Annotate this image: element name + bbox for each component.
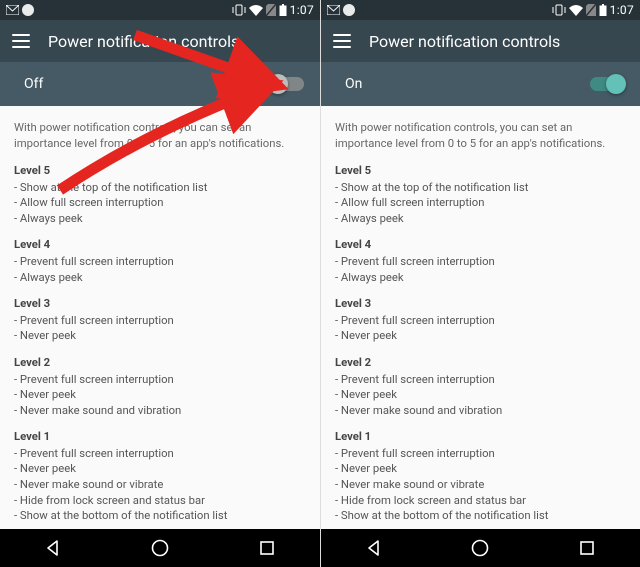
level-block: Level 3- Prevent full screen interruptio…	[335, 296, 626, 344]
screen-right: 1:07 Power notification controls On With…	[320, 0, 640, 567]
power-toggle-switch[interactable]	[590, 77, 624, 91]
level-block: Level 3- Prevent full screen interruptio…	[14, 296, 306, 344]
level-line: - Never make sound or vibrate	[335, 477, 626, 493]
page-title: Power notification controls	[369, 32, 560, 51]
level-line: - Hide from lock screen and status bar	[335, 493, 626, 509]
intro-text: With power notification controls, you ca…	[335, 120, 626, 151]
level-title: Level 4	[14, 237, 306, 253]
nav-recent-button[interactable]	[576, 537, 598, 559]
levels-list: Level 5- Show at the top of the notifica…	[14, 163, 306, 529]
level-line: - Never make sound and vibration	[14, 403, 306, 419]
level-line: - Never peek	[14, 328, 306, 344]
app-bar: Power notification controls	[0, 20, 320, 62]
nav-back-button[interactable]	[363, 537, 385, 559]
status-bar: 1:07	[0, 0, 320, 20]
pinwheel-icon	[343, 4, 355, 16]
intro-text: With power notification controls, you ca…	[14, 120, 306, 151]
level-title: Level 4	[335, 237, 626, 253]
level-line: - Prevent full screen interruption	[14, 254, 306, 270]
level-line: - Prevent full screen interruption	[14, 313, 306, 329]
level-block: Level 4- Prevent full screen interruptio…	[335, 237, 626, 285]
toggle-row: On	[321, 62, 640, 106]
power-toggle-switch[interactable]	[270, 77, 304, 91]
level-block: Level 5- Show at the top of the notifica…	[335, 163, 626, 226]
level-title: Level 5	[335, 163, 626, 179]
level-title: Level 1	[335, 429, 626, 445]
level-line: - Always peek	[14, 211, 306, 227]
level-line: - Always peek	[14, 270, 306, 286]
level-line: - Never peek	[14, 461, 306, 477]
content-body: With power notification controls, you ca…	[0, 106, 320, 529]
nav-recent-button[interactable]	[256, 537, 278, 559]
level-line: - Never peek	[335, 461, 626, 477]
level-line: - Show at the top of the notification li…	[14, 180, 306, 196]
level-line: - Allow full screen interruption	[335, 195, 626, 211]
nav-home-button[interactable]	[149, 537, 171, 559]
nav-back-button[interactable]	[42, 537, 64, 559]
battery-icon	[279, 4, 287, 16]
wifi-icon	[249, 5, 263, 16]
toggle-row: Off	[0, 62, 320, 106]
level-line: - Never peek	[335, 387, 626, 403]
toggle-label: On	[345, 76, 362, 92]
vibrate-icon	[552, 4, 566, 16]
level-block: Level 1- Prevent full screen interruptio…	[335, 429, 626, 523]
levels-list: Level 5- Show at the top of the notifica…	[335, 163, 626, 529]
battery-icon	[599, 4, 607, 16]
level-line: - Prevent full screen interruption	[14, 372, 306, 388]
nav-home-button[interactable]	[469, 537, 491, 559]
level-line: - Prevent full screen interruption	[14, 446, 306, 462]
level-line: - Never make sound and vibration	[335, 403, 626, 419]
level-block: Level 2- Prevent full screen interruptio…	[335, 355, 626, 418]
level-line: - Never peek	[14, 387, 306, 403]
content-body: With power notification controls, you ca…	[321, 106, 640, 529]
level-block: Level 4- Prevent full screen interruptio…	[14, 237, 306, 285]
level-line: - Always peek	[335, 211, 626, 227]
vibrate-icon	[232, 4, 246, 16]
level-title: Level 1	[14, 429, 306, 445]
menu-icon[interactable]	[333, 34, 351, 48]
nav-bar	[0, 529, 320, 567]
level-line: - Always peek	[335, 270, 626, 286]
screen-left: 1:07 Power notification controls Off Wit…	[0, 0, 320, 567]
level-title: Level 2	[14, 355, 306, 371]
no-sim-icon	[586, 4, 596, 16]
level-line: - Allow full screen interruption	[14, 195, 306, 211]
level-line: - Prevent full screen interruption	[335, 372, 626, 388]
wifi-icon	[569, 5, 583, 16]
level-title: Level 2	[335, 355, 626, 371]
level-line: - Show at the top of the notification li…	[335, 180, 626, 196]
level-line: - Never make sound or vibrate	[14, 477, 306, 493]
status-bar: 1:07	[321, 0, 640, 20]
level-block: Level 2- Prevent full screen interruptio…	[14, 355, 306, 418]
level-title: Level 3	[335, 296, 626, 312]
level-line: - Prevent full screen interruption	[335, 313, 626, 329]
level-line: - Show at the bottom of the notification…	[335, 508, 626, 524]
gmail-icon	[6, 5, 19, 15]
status-clock: 1:07	[610, 3, 634, 17]
level-block: Level 1- Prevent full screen interruptio…	[14, 429, 306, 523]
level-line: - Show at the bottom of the notification…	[14, 508, 306, 524]
nav-bar	[321, 529, 640, 567]
menu-icon[interactable]	[12, 34, 30, 48]
app-bar: Power notification controls	[321, 20, 640, 62]
toggle-label: Off	[24, 76, 43, 92]
level-line: - Never peek	[335, 328, 626, 344]
level-block: Level 5- Show at the top of the notifica…	[14, 163, 306, 226]
pinwheel-icon	[22, 4, 34, 16]
level-title: Level 3	[14, 296, 306, 312]
no-sim-icon	[266, 4, 276, 16]
level-line: - Prevent full screen interruption	[335, 446, 626, 462]
status-clock: 1:07	[290, 3, 314, 17]
page-title: Power notification controls	[48, 32, 239, 51]
level-line: - Hide from lock screen and status bar	[14, 493, 306, 509]
gmail-icon	[327, 5, 340, 15]
level-title: Level 5	[14, 163, 306, 179]
level-line: - Prevent full screen interruption	[335, 254, 626, 270]
